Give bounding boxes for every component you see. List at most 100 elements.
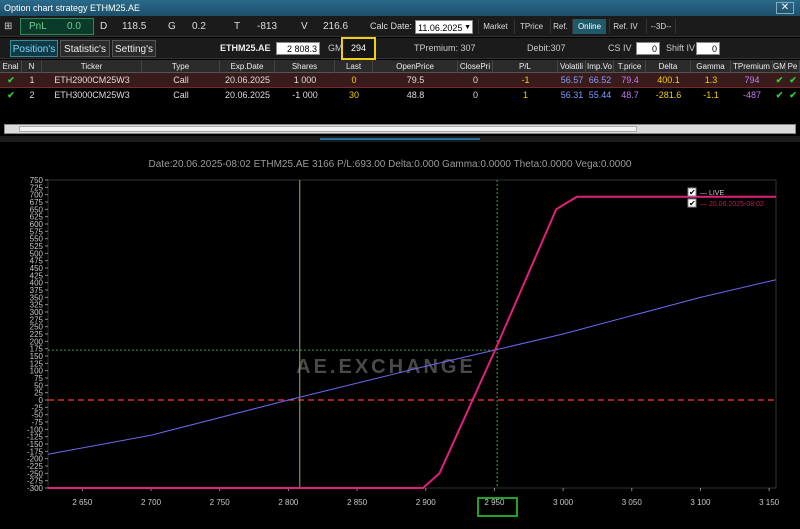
col-gamma[interactable]: Gamma [691, 60, 731, 73]
shares-cell[interactable]: 1 000 [275, 73, 335, 88]
exp-date-cell: 20.06.2025 [224, 90, 271, 100]
pe-checkbox[interactable]: ✔ [786, 88, 800, 103]
col-type[interactable]: Type [142, 60, 220, 73]
x-tick-label: 3 100 [690, 498, 711, 507]
col-n[interactable]: N [22, 60, 42, 73]
delta-cell: 400.1 [657, 75, 680, 85]
col-gm[interactable]: GM [773, 60, 786, 73]
pl-cell: 1 [522, 90, 528, 100]
volatility-cell: 56.31 [560, 90, 584, 100]
tpremium-summary: TPremium: 307 [414, 43, 476, 53]
gamma-value: 0.2 [192, 21, 206, 32]
tab-positions[interactable]: Position's [10, 40, 58, 57]
legend-label: — LIVE [700, 190, 724, 197]
last-cell: 0 [351, 75, 357, 85]
x-tick-label: 2 850 [347, 498, 368, 507]
close-price-cell[interactable]: 0 [458, 73, 493, 88]
col-imp-vol[interactable]: Imp.Vo [586, 60, 614, 73]
x-tick-label: 2 800 [278, 498, 299, 507]
col-last[interactable]: Last [335, 60, 373, 73]
calc-date-value: 11.06.2025 [418, 23, 463, 33]
position-toolbar: Position's Statistic's Setting's ETHM25.… [0, 38, 800, 59]
ticker-cell: ETH3000CM25W3 [54, 90, 130, 100]
shift-iv-label: Shift IV [666, 43, 696, 53]
close-icon[interactable]: ✕ [776, 2, 794, 14]
tprice-button[interactable]: TPrice [514, 19, 548, 34]
calc-date-label: Calc Date: [370, 21, 413, 31]
splitter-handle[interactable] [320, 138, 480, 140]
x-tick-label: 2 750 [210, 498, 231, 507]
underlying-symbol: ETHM25.AE [220, 43, 271, 53]
last-cell: 30 [348, 90, 359, 100]
pe-checkbox[interactable]: ✔ [786, 73, 800, 88]
close-price-cell[interactable]: 0 [458, 88, 493, 103]
table-scrollbar[interactable] [4, 124, 796, 134]
calc-date-select[interactable]: 11.06.2025 ▼ [415, 20, 473, 34]
cs-iv-input[interactable]: 0 [636, 42, 660, 55]
market-button[interactable]: Market [478, 19, 512, 34]
enable-checkbox[interactable]: ✔ [0, 73, 22, 88]
delta-label: D [100, 21, 108, 32]
series-expiry-line [48, 195, 776, 489]
table-header: Enal N Ticker Type Exp.Date Shares Last … [0, 60, 800, 73]
theta-value: -813 [257, 21, 278, 32]
vega-label: V [301, 21, 308, 32]
online-button[interactable]: Online [572, 19, 606, 34]
shift-iv-input[interactable]: 0 [696, 42, 720, 55]
gm-value-input[interactable]: 294 [341, 37, 376, 60]
payoff-chart[interactable]: Date:20.06.2025-08:02 ETHM25.AE 3166 P/L… [0, 142, 800, 527]
pnl-box[interactable]: PnL 0.0 [20, 18, 94, 35]
col-volatility[interactable]: Volatili [558, 60, 586, 73]
pl-cell: -1 [521, 75, 530, 85]
gm-checkbox[interactable]: ✔ [773, 88, 786, 103]
col-pe[interactable]: Pe [786, 60, 800, 73]
col-exp-date[interactable]: Exp.Date [220, 60, 275, 73]
tab-statistics[interactable]: Statistic's [60, 40, 110, 57]
chart-legend: ✔ — LIVE ✔ — 20.06.2025-08:02 [687, 187, 764, 208]
theta-label: T [234, 21, 241, 32]
delta-cell: -281.6 [655, 90, 682, 100]
col-pl[interactable]: P/L [493, 60, 558, 73]
type-cell: Call [173, 90, 189, 100]
delta-value: 118.5 [122, 21, 147, 32]
scrollbar-thumb[interactable] [19, 126, 637, 132]
window-title: Option chart strategy ETHM25.AE [0, 0, 800, 16]
table-row[interactable]: ✔ 1 ETH2900CM25W3 Call 20.06.2025 1 000 … [0, 73, 800, 88]
gm-price-highlight [477, 497, 518, 517]
check-icon: ✔ [689, 199, 696, 208]
col-tprice[interactable]: T.price [614, 60, 646, 73]
col-delta[interactable]: Delta [646, 60, 691, 73]
gamma-cell: 1.3 [704, 75, 718, 85]
col-close-price[interactable]: ClosePri [458, 60, 493, 73]
underlying-price-input[interactable]: 2 808.3 [276, 42, 320, 55]
col-tpremium[interactable]: TPremium [731, 60, 773, 73]
shares-cell[interactable]: -1 000 [275, 88, 335, 103]
type-cell: Call [173, 75, 189, 85]
y-tick-label: 750 [30, 176, 44, 185]
pnl-label: PnL [29, 21, 47, 32]
row-number: 1 [29, 75, 35, 85]
x-tick-label: 2 650 [72, 498, 93, 507]
view-3d-button[interactable]: --3D-- [646, 19, 676, 34]
exp-date-cell: 20.06.2025 [224, 75, 271, 85]
col-ticker[interactable]: Ticker [42, 60, 142, 73]
gamma-cell: -1.1 [703, 90, 719, 100]
x-tick-label: 2 700 [141, 498, 162, 507]
col-shares[interactable]: Shares [275, 60, 335, 73]
gm-checkbox[interactable]: ✔ [773, 73, 786, 88]
menu-icon[interactable]: ⊞ [4, 18, 18, 35]
col-open-price[interactable]: OpenPrice [373, 60, 458, 73]
tprice-cell: 79.4 [621, 75, 639, 85]
col-enable[interactable]: Enal [0, 60, 22, 73]
debit-summary: Debit:307 [527, 43, 566, 53]
open-price-cell[interactable]: 79.5 [373, 73, 458, 88]
ref-button[interactable]: Ref. [550, 19, 570, 34]
stats-bar: ⊞ PnL 0.0 D 118.5 G 0.2 T -813 V 216.6 C… [0, 16, 800, 37]
ticker-cell: ETH2900CM25W3 [54, 75, 130, 85]
table-row[interactable]: ✔ 2 ETH3000CM25W3 Call 20.06.2025 -1 000… [0, 88, 800, 103]
tab-settings[interactable]: Setting's [112, 40, 156, 57]
chevron-down-icon[interactable]: ▼ [464, 21, 471, 35]
enable-checkbox[interactable]: ✔ [0, 88, 22, 103]
ref-iv-button[interactable]: Ref. IV [609, 19, 641, 34]
open-price-cell[interactable]: 48.8 [373, 88, 458, 103]
